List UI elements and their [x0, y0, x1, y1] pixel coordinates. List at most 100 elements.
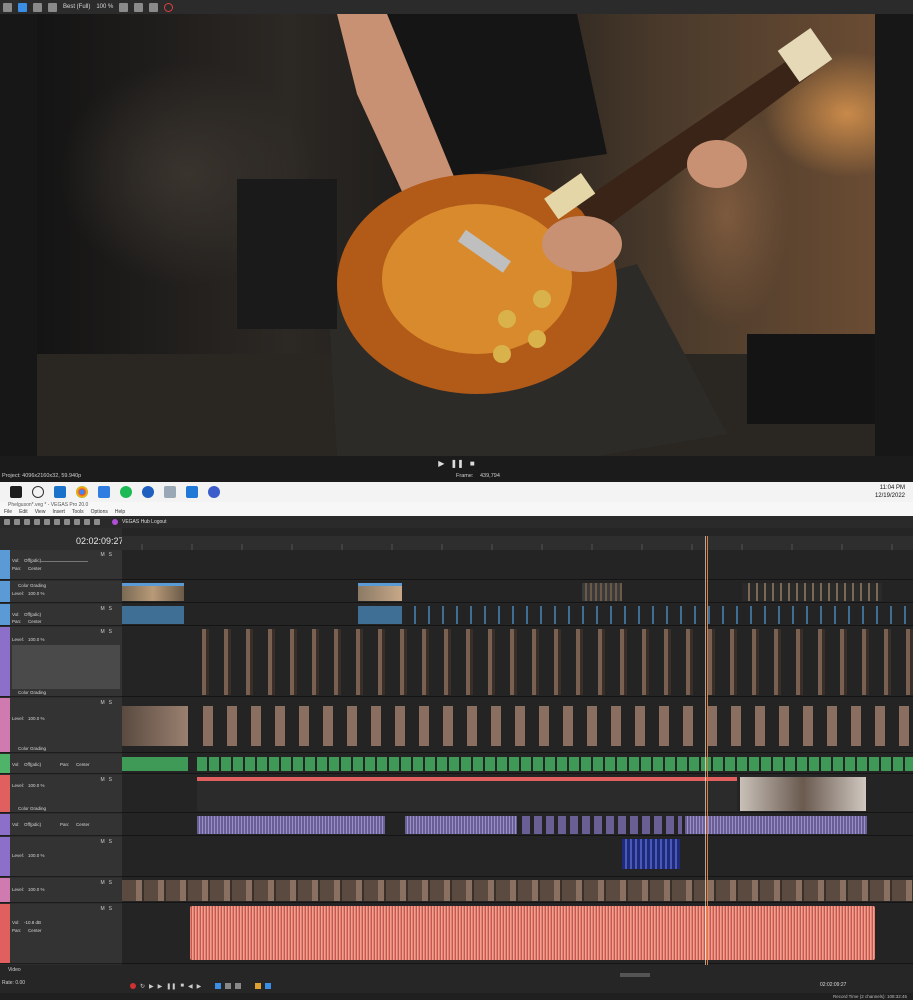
- properties-icon[interactable]: [44, 519, 50, 525]
- play-icon[interactable]: ▶: [158, 983, 163, 990]
- menu-help[interactable]: Help: [115, 509, 125, 516]
- lane-2[interactable]: [122, 581, 913, 603]
- audio-clip-purple[interactable]: [522, 816, 682, 834]
- search-icon[interactable]: [32, 486, 44, 498]
- audio-clip-green[interactable]: [122, 757, 188, 771]
- track-header-10[interactable]: MS Level: 100.0 %: [0, 878, 122, 903]
- marker-icon[interactable]: [255, 983, 262, 989]
- paste-icon[interactable]: [74, 519, 80, 525]
- vegas-hub-icon[interactable]: [112, 519, 118, 525]
- external-monitor-icon[interactable]: [18, 2, 27, 12]
- loop-icon[interactable]: ↻: [140, 983, 145, 990]
- track-header-6[interactable]: Vol: Off(pdic) Pan: Center: [0, 754, 122, 774]
- lane-8[interactable]: [122, 814, 913, 836]
- mail-icon[interactable]: [54, 486, 66, 498]
- lane-1[interactable]: [122, 550, 913, 580]
- track-header-9[interactable]: MS Level: 100.0 %: [0, 837, 122, 877]
- split-screen-icon[interactable]: [48, 2, 57, 12]
- lane-6[interactable]: [122, 754, 913, 774]
- video-clips-pink[interactable]: [197, 706, 913, 746]
- overlay-icon[interactable]: [164, 2, 174, 12]
- grid-icon[interactable]: [119, 2, 129, 12]
- lane-5[interactable]: [122, 698, 913, 753]
- record-icon[interactable]: [130, 983, 136, 989]
- browser-icon[interactable]: [142, 486, 154, 498]
- track-header-11[interactable]: MS Vol: -10.8 dB Pan: Center: [0, 904, 122, 964]
- track-header-3[interactable]: MS Vol: Off(pdic) Pan: Center: [0, 604, 122, 626]
- timeline[interactable]: [122, 528, 913, 965]
- undo-icon[interactable]: [84, 519, 90, 525]
- open-icon[interactable]: [14, 519, 20, 525]
- menu-edit[interactable]: Edit: [19, 509, 28, 516]
- snap-icon[interactable]: [265, 983, 272, 989]
- settings-icon[interactable]: [3, 2, 12, 12]
- volume-slider[interactable]: [40, 561, 88, 562]
- envelope-tool-icon[interactable]: [225, 983, 232, 989]
- next-frame-icon[interactable]: ▶: [197, 983, 202, 990]
- track-header-7[interactable]: MS Level: 100.0 % Color Grading: [0, 775, 122, 813]
- fx-icon[interactable]: [33, 2, 42, 12]
- spotify-icon[interactable]: [120, 486, 132, 498]
- lane-10[interactable]: [122, 878, 913, 903]
- media-icon[interactable]: [186, 486, 198, 498]
- timecode-display[interactable]: 02:02:09:27: [76, 536, 124, 546]
- cut-icon[interactable]: [54, 519, 60, 525]
- copy-snapshot-icon[interactable]: [134, 2, 144, 12]
- video-clip[interactable]: [582, 583, 622, 601]
- normal-edit-tool-icon[interactable]: [215, 983, 222, 989]
- track-header-8[interactable]: Vol: Off(pdic) Pan: Center: [0, 814, 122, 836]
- menu-options[interactable]: Options: [91, 509, 108, 516]
- play-icon[interactable]: ▶: [438, 459, 444, 468]
- audio-clip-purple[interactable]: [405, 816, 517, 834]
- video-clip[interactable]: [740, 777, 866, 811]
- lane-11[interactable]: [122, 904, 913, 964]
- edit-cursor[interactable]: [705, 536, 706, 965]
- clock[interactable]: 11:04 PM 12/19/2022: [875, 484, 905, 500]
- pause-icon[interactable]: ❚❚: [166, 983, 176, 990]
- copy-icon[interactable]: [64, 519, 70, 525]
- menu-file[interactable]: File: [4, 509, 12, 516]
- zoom-dropdown[interactable]: 100 %: [96, 4, 113, 10]
- title-clip[interactable]: [622, 839, 680, 869]
- render-icon[interactable]: [34, 519, 40, 525]
- vegas-icon[interactable]: [208, 486, 220, 498]
- todo-icon[interactable]: [98, 486, 110, 498]
- rate-label[interactable]: Rate: 0.00: [2, 980, 25, 986]
- video-clip[interactable]: [122, 706, 188, 746]
- audio-clip-purple[interactable]: [197, 816, 385, 834]
- audio-clip[interactable]: [358, 606, 402, 624]
- quality-dropdown[interactable]: Best (Full): [63, 4, 90, 10]
- video-clips-thumbnails[interactable]: [122, 880, 913, 901]
- media-offline-clips[interactable]: [197, 777, 737, 811]
- horizontal-scrollbar[interactable]: [620, 973, 650, 977]
- pause-icon[interactable]: ❚❚: [450, 459, 463, 468]
- stop-icon[interactable]: ■: [470, 459, 475, 468]
- audio-clips-green[interactable]: [197, 757, 913, 771]
- redo-icon[interactable]: [94, 519, 100, 525]
- hub-logout[interactable]: VEGAS Hub Logout: [122, 519, 166, 525]
- time-ruler[interactable]: [122, 536, 913, 550]
- chrome-icon[interactable]: [76, 486, 88, 498]
- prev-frame-icon[interactable]: ◀: [188, 983, 193, 990]
- lane-3[interactable]: [122, 604, 913, 626]
- menu-insert[interactable]: Insert: [52, 509, 65, 516]
- menu-view[interactable]: View: [35, 509, 46, 516]
- video-clip[interactable]: [122, 583, 184, 601]
- lane-9[interactable]: [122, 837, 913, 877]
- track-header-4[interactable]: MS Level: 100.0 % Color Grading: [0, 627, 122, 697]
- track-header-5[interactable]: MS Level: 100.0 % Color Grading: [0, 698, 122, 753]
- save-snapshot-icon[interactable]: [149, 2, 159, 12]
- lane-7[interactable]: [122, 775, 913, 813]
- video-clips-purple[interactable]: [197, 629, 913, 695]
- menu-tools[interactable]: Tools: [72, 509, 84, 516]
- new-icon[interactable]: [4, 519, 10, 525]
- video-clip[interactable]: [358, 583, 402, 601]
- mute-solo[interactable]: MS: [101, 552, 117, 558]
- audio-clip-group[interactable]: [402, 606, 912, 624]
- audio-clip[interactable]: [122, 606, 184, 624]
- audio-clip-purple[interactable]: [685, 816, 867, 834]
- track-header-1[interactable]: MS Vol: Off(pdic) Pan: Center: [0, 550, 122, 580]
- master-audio-track[interactable]: [190, 906, 875, 960]
- stop-icon[interactable]: ■: [180, 983, 184, 989]
- playhead[interactable]: [707, 536, 708, 965]
